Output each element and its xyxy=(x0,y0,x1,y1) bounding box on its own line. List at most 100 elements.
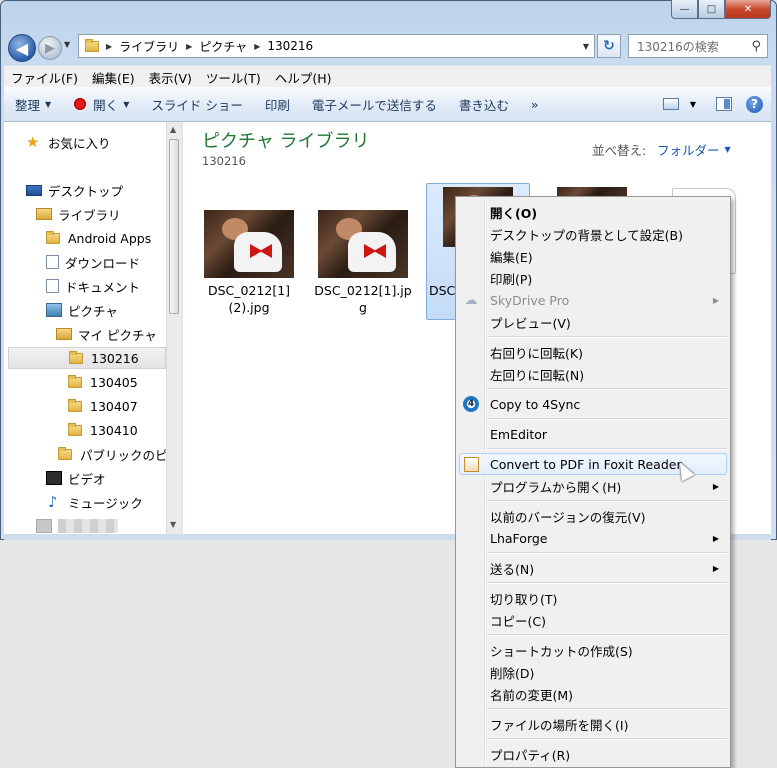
print-button[interactable]: 印刷 xyxy=(254,95,301,114)
nav-item-downloads[interactable]: ダウンロード xyxy=(46,251,140,273)
menu-item-copy-to-4sync[interactable]: 4 Copy to 4Sync xyxy=(459,393,727,415)
recent-pages-dropdown[interactable]: ▼ xyxy=(64,40,70,49)
nav-item-obscured[interactable] xyxy=(36,515,118,534)
folder-icon xyxy=(68,422,82,436)
scroll-up-icon[interactable]: ▲ xyxy=(170,125,176,134)
open-app-icon xyxy=(73,97,88,111)
search-box[interactable]: 130216の検索 ⚲ xyxy=(628,34,768,58)
menu-item-copy[interactable]: コピー(C) xyxy=(459,609,727,631)
menu-item-send-to[interactable]: 送る(N) ▶ xyxy=(459,557,727,579)
organize-button[interactable]: 整理 ▼ xyxy=(4,95,62,114)
menu-item-properties[interactable]: プロパティ(R) xyxy=(459,743,727,765)
nav-item-documents[interactable]: ドキュメント xyxy=(46,275,140,297)
nav-item-130407[interactable]: 130407 xyxy=(68,395,138,417)
menu-item-cut[interactable]: 切り取り(T) xyxy=(459,587,727,609)
menu-item-label: 名前の変更(M) xyxy=(490,687,574,703)
nav-item-public-pictures[interactable]: パブリックのピ xyxy=(58,443,166,465)
menu-item-label: 送る(N) xyxy=(490,561,535,577)
menu-separator xyxy=(487,388,727,390)
menu-item-create-shortcut[interactable]: ショートカットの作成(S) xyxy=(459,639,727,661)
desktop-icon xyxy=(26,184,42,196)
address-bar[interactable]: ▶ ライブラリ ▶ ピクチャ ▶ 130216 ▼ xyxy=(78,34,595,58)
breadcrumb-arrow-icon[interactable]: ▶ xyxy=(254,42,260,51)
menu-item-restore-previous-versions[interactable]: 以前のバージョンの復元(V) xyxy=(459,505,727,527)
maximize-button[interactable]: □ xyxy=(698,0,725,19)
nav-item-label: ミュージック xyxy=(68,495,143,511)
nav-item-label: パブリックのピ xyxy=(80,447,166,463)
preview-pane-icon[interactable] xyxy=(716,97,732,111)
file-name[interactable]: DSC_0212[1] (2).jpg xyxy=(196,282,302,316)
address-dropdown-icon[interactable]: ▼ xyxy=(583,42,589,51)
nav-item-favorites[interactable]: ★ お気に入り xyxy=(26,131,111,153)
context-menu: 開く(O) デスクトップの背景として設定(B) 編集(E) 印刷(P) ☁ Sky… xyxy=(455,196,731,768)
menu-item-open-file-location[interactable]: ファイルの場所を開く(I) xyxy=(459,713,727,735)
more-commands-button[interactable]: » xyxy=(520,97,550,112)
close-button[interactable]: ✕ xyxy=(725,0,771,19)
refresh-icon: ↻ xyxy=(603,38,615,54)
menu-edit[interactable]: 編集(E) xyxy=(85,68,142,87)
chevron-down-icon: ▼ xyxy=(123,99,130,109)
help-icon[interactable]: ? xyxy=(746,95,763,113)
menu-item-delete[interactable]: 削除(D) xyxy=(459,661,727,683)
menu-item-label: ファイルの場所を開く(I) xyxy=(490,717,629,733)
back-button[interactable]: ◀ xyxy=(8,34,36,62)
breadcrumb-arrow-icon[interactable]: ▶ xyxy=(106,42,112,51)
breadcrumb-libraries[interactable]: ライブラリ xyxy=(119,38,179,55)
menu-item-open[interactable]: 開く(O) xyxy=(459,201,727,223)
menu-item-label: LhaForge xyxy=(490,530,548,546)
menu-item-rename[interactable]: 名前の変更(M) xyxy=(459,683,727,705)
nav-item-130216[interactable]: 130216 xyxy=(8,347,166,369)
sort-dropdown[interactable]: フォルダー ▼ xyxy=(657,140,731,159)
email-button[interactable]: 電子メールで送信する xyxy=(301,95,448,114)
search-icon[interactable]: ⚲ xyxy=(751,39,761,54)
search-placeholder[interactable]: 130216の検索 xyxy=(637,38,719,55)
nav-item-130410[interactable]: 130410 xyxy=(68,419,138,441)
nav-item-desktop[interactable]: デスクトップ xyxy=(26,179,123,201)
menu-tools[interactable]: ツール(T) xyxy=(199,68,268,87)
navigation-scrollbar[interactable]: ▲ ▼ xyxy=(166,122,181,534)
menu-help[interactable]: ヘルプ(H) xyxy=(268,68,339,87)
nav-item-music[interactable]: ♪ ミュージック xyxy=(48,491,143,513)
menu-item-emeditor[interactable]: EmEditor xyxy=(459,423,727,445)
nav-item-videos[interactable]: ビデオ xyxy=(46,467,106,489)
scroll-down-icon[interactable]: ▼ xyxy=(170,520,176,529)
menu-item-label: ショートカットの作成(S) xyxy=(490,643,633,659)
view-options-dropdown-icon[interactable]: ▼ xyxy=(690,100,696,109)
forward-button[interactable]: ▶ xyxy=(38,36,62,60)
open-button[interactable]: 開く ▼ xyxy=(62,95,140,114)
breadcrumb-pictures[interactable]: ピクチャ xyxy=(199,38,247,55)
menu-item-set-desktop-background[interactable]: デスクトップの背景として設定(B) xyxy=(459,223,727,245)
breadcrumb-current-folder[interactable]: 130216 xyxy=(267,39,313,53)
scrollbar-thumb[interactable] xyxy=(169,139,179,314)
menu-item-label: 右回りに回転(K) xyxy=(490,345,583,361)
forward-arrow-icon: ▶ xyxy=(45,40,55,56)
menu-view[interactable]: 表示(V) xyxy=(142,68,199,87)
nav-item-pictures[interactable]: ピクチャ xyxy=(46,299,118,321)
nav-item-libraries[interactable]: ライブラリ xyxy=(36,203,121,225)
menu-item-lhaforge[interactable]: LhaForge ▶ xyxy=(459,527,727,549)
refresh-button[interactable]: ↻ xyxy=(597,34,621,58)
change-view-icon[interactable] xyxy=(662,98,679,110)
file-thumbnail[interactable] xyxy=(204,210,294,278)
submenu-arrow-icon: ▶ xyxy=(712,533,719,543)
menu-item-skydrive-pro[interactable]: ☁ SkyDrive Pro ▶ xyxy=(459,289,727,311)
folder-icon xyxy=(58,446,72,460)
nav-item-my-pictures[interactable]: マイ ピクチャ xyxy=(56,323,157,345)
menu-item-label: 印刷(P) xyxy=(490,271,533,287)
nav-item-130405[interactable]: 130405 xyxy=(68,371,138,393)
minimize-button[interactable]: — xyxy=(671,0,698,19)
menu-item-rotate-counterclockwise[interactable]: 左回りに回転(N) xyxy=(459,363,727,385)
nav-item-android-apps[interactable]: Android Apps xyxy=(46,227,151,249)
pictures-icon xyxy=(46,303,62,317)
slideshow-button[interactable]: スライド ショー xyxy=(140,95,253,114)
menu-item-edit[interactable]: 編集(E) xyxy=(459,245,727,267)
breadcrumb-arrow-icon[interactable]: ▶ xyxy=(186,42,192,51)
file-name[interactable]: DSC_0212[1].jp g xyxy=(310,282,416,316)
menu-item-label: EmEditor xyxy=(490,426,548,442)
menu-item-preview[interactable]: プレビュー(V) xyxy=(459,311,727,333)
file-thumbnail[interactable] xyxy=(318,210,408,278)
menu-item-print[interactable]: 印刷(P) xyxy=(459,267,727,289)
burn-button[interactable]: 書き込む xyxy=(448,95,520,114)
menu-file[interactable]: ファイル(F) xyxy=(4,68,85,87)
menu-item-rotate-clockwise[interactable]: 右回りに回転(K) xyxy=(459,341,727,363)
